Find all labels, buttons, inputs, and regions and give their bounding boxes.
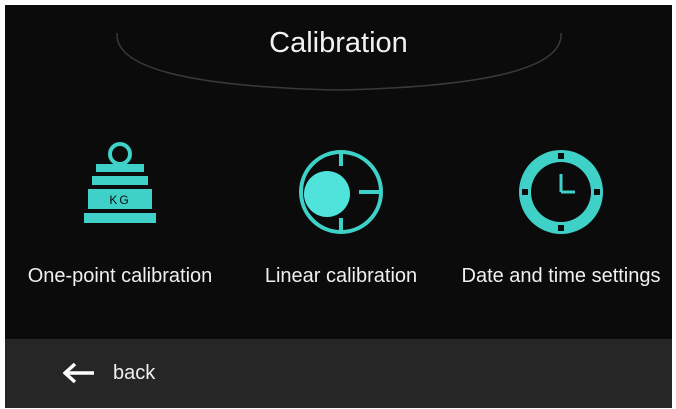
back-button[interactable]: back: [63, 353, 155, 393]
linear-calibration-label: Linear calibration: [264, 265, 418, 287]
weight-kg-icon: KG: [84, 142, 156, 223]
one-point-calibration-button[interactable]: KG One-point calibration: [15, 140, 225, 288]
screen: Calibration KG One-point calibration Lin…: [5, 5, 672, 408]
footer-bar: back: [5, 339, 672, 408]
header: Calibration: [5, 5, 672, 105]
back-label: back: [113, 361, 156, 384]
linear-calibration-icon: [299, 150, 383, 234]
linear-calibration-button[interactable]: Linear calibration: [236, 140, 446, 288]
date-time-settings-label: Date and time settings: [461, 265, 661, 287]
date-time-settings-button[interactable]: Date and time settings: [448, 140, 672, 288]
clock-icon: [519, 150, 603, 234]
page-title: Calibration: [269, 27, 408, 59]
back-arrow-icon: [63, 362, 94, 384]
one-point-calibration-label: One-point calibration: [27, 265, 213, 287]
weight-kg-text: KG: [109, 193, 130, 207]
